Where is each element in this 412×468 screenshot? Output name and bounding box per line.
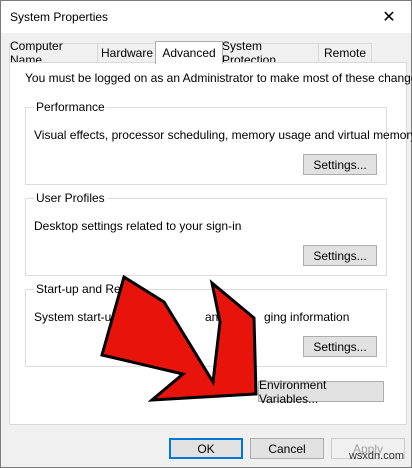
performance-settings-button[interactable]: Settings... [303,154,377,175]
window-title: System Properties [10,10,109,24]
tab-hardware[interactable]: Hardware [97,43,157,62]
tab-advanced[interactable]: Advanced [155,41,223,64]
startup-recovery-description-right: and de [205,310,242,324]
tab-remote[interactable]: Remote [318,43,372,62]
ok-button[interactable]: OK [169,438,243,459]
user-profiles-group: User Profiles Desktop settings related t… [25,191,387,276]
user-profiles-settings-button[interactable]: Settings... [303,245,377,266]
system-properties-window: System Properties ✕ Computer Name Hardwa… [0,0,412,468]
close-icon[interactable]: ✕ [377,5,401,29]
performance-group: Performance Visual effects, processor sc… [25,100,412,185]
advanced-panel: You must be logged on as an Administrato… [9,62,412,425]
user-profiles-label: User Profiles [34,191,107,205]
title-bar[interactable]: System Properties ✕ [1,1,411,33]
environment-variables-button[interactable]: Environment Variables... [258,378,384,406]
admin-note: You must be logged on as an Administrato… [25,71,412,85]
performance-label: Performance [34,100,107,114]
startup-recovery-label: Start-up and Reco [34,282,136,296]
startup-recovery-description-tail: ging information [264,310,350,324]
startup-recovery-description-left: System start-up [34,310,119,324]
performance-description: Visual effects, processor scheduling, me… [34,128,412,142]
startup-recovery-settings-button[interactable]: Settings... [303,336,377,357]
tab-system-protection[interactable]: System Protection [221,39,319,67]
user-profiles-description: Desktop settings related to your sign-in [34,219,242,233]
tab-strip: Computer Name Hardware Advanced System P… [9,39,405,67]
startup-recovery-group: Start-up and Reco System start-up and de… [25,282,387,367]
cancel-button[interactable]: Cancel [250,438,324,459]
watermark: wsxdn.com [348,450,404,462]
tab-computer-name[interactable]: Computer Name [9,39,98,67]
